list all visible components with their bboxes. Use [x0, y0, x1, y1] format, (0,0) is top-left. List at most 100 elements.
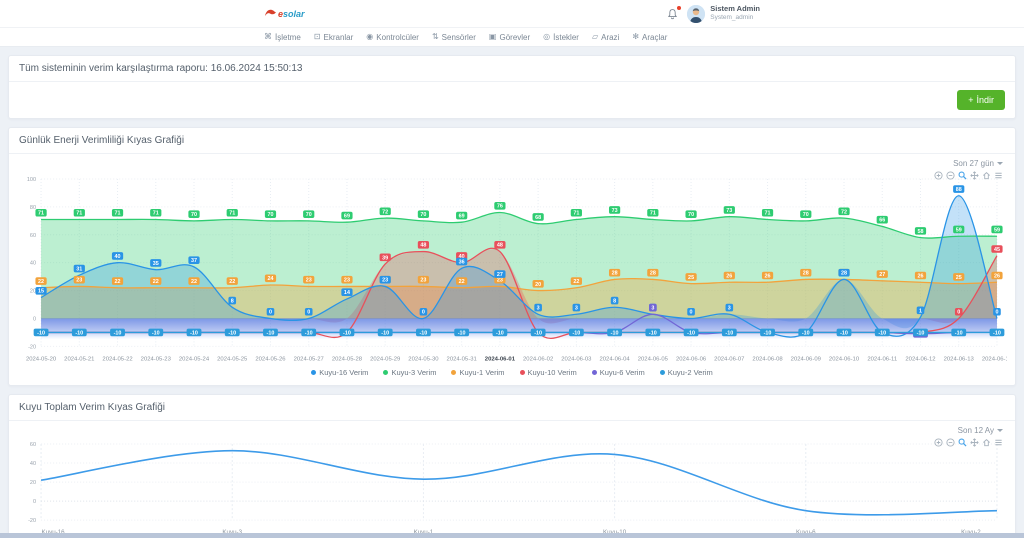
- plus-icon: +: [968, 95, 973, 105]
- svg-text:0: 0: [307, 310, 310, 316]
- pan-icon[interactable]: [970, 438, 979, 447]
- home-icon[interactable]: [982, 171, 991, 180]
- tools-icon: ✻: [632, 33, 639, 41]
- svg-text:26: 26: [726, 273, 732, 279]
- svg-text:8: 8: [613, 298, 616, 304]
- svg-text:70: 70: [688, 212, 694, 218]
- svg-text:-10: -10: [955, 330, 963, 336]
- svg-text:-10: -10: [687, 330, 695, 336]
- svg-text:20: 20: [30, 480, 36, 486]
- logo[interactable]: esolar: [264, 8, 305, 19]
- svg-text:48: 48: [497, 243, 503, 249]
- svg-text:72: 72: [841, 209, 847, 215]
- svg-text:1: 1: [919, 308, 922, 314]
- svg-text:26: 26: [917, 273, 923, 279]
- user-name: Sistem Admin: [710, 5, 760, 14]
- svg-text:0: 0: [33, 500, 36, 506]
- user-menu[interactable]: Sistem Admin System_admin: [687, 5, 760, 23]
- daily-chart-svg[interactable]: 100806040200-207171717170717070697270697…: [17, 169, 1007, 365]
- svg-text:-10: -10: [802, 330, 810, 336]
- nav-label: İşletme: [275, 33, 301, 42]
- nav-item-gorevler[interactable]: ▣Görevler: [489, 33, 530, 42]
- nav-label: Ekranlar: [324, 33, 354, 42]
- menu-icon[interactable]: [994, 171, 1003, 180]
- nav-item-isletme[interactable]: ⌘İşletme: [264, 33, 301, 42]
- svg-text:71: 71: [573, 211, 579, 217]
- nav-item-ekranlar[interactable]: ⊡Ekranlar: [314, 33, 354, 42]
- svg-text:23: 23: [76, 278, 82, 284]
- notifications-bell-icon[interactable]: [667, 8, 678, 20]
- pan-icon[interactable]: [970, 171, 979, 180]
- search-icon[interactable]: [958, 438, 967, 447]
- svg-text:27: 27: [879, 272, 885, 278]
- total-chart-card: Kuyu Toplam Verim Kıyas Grafiği Son 12 A…: [8, 394, 1016, 538]
- legend-label: Kuyu-1 Verim: [459, 368, 504, 377]
- home-icon[interactable]: [982, 438, 991, 447]
- total-range-label: Son 12 Ay: [958, 426, 994, 435]
- svg-text:-10: -10: [993, 330, 1001, 336]
- zoom-out-icon[interactable]: [946, 438, 955, 447]
- zoom-in-icon[interactable]: [934, 438, 943, 447]
- legend-item[interactable]: Kuyu-6 Verim: [592, 368, 645, 377]
- svg-text:2024-05-23: 2024-05-23: [141, 356, 172, 362]
- svg-text:2024-06-10: 2024-06-10: [829, 356, 860, 362]
- svg-text:36: 36: [459, 259, 465, 265]
- svg-text:2024-05-30: 2024-05-30: [408, 356, 439, 362]
- legend-label: Kuyu-16 Verim: [319, 368, 368, 377]
- logo-text: esolar: [278, 9, 305, 19]
- svg-text:70: 70: [191, 212, 197, 218]
- command-icon: ⌘: [264, 33, 272, 41]
- svg-text:2024-05-20: 2024-05-20: [26, 356, 57, 362]
- daily-range-select[interactable]: Son 27 gün: [953, 159, 1003, 168]
- chevron-down-icon: [997, 162, 1003, 165]
- legend-item[interactable]: Kuyu-16 Verim: [311, 368, 368, 377]
- svg-text:-10: -10: [917, 330, 925, 336]
- svg-text:2024-06-12: 2024-06-12: [905, 356, 935, 362]
- svg-text:2024-06-01: 2024-06-01: [485, 356, 516, 362]
- svg-text:2024-05-27: 2024-05-27: [294, 356, 324, 362]
- svg-text:73: 73: [612, 208, 618, 214]
- main-nav: ⌘İşletme ⊡Ekranlar ◉Kontrolcüler ⇅Sensör…: [0, 28, 1024, 47]
- nav-item-araclar[interactable]: ✻Araçlar: [632, 33, 667, 42]
- total-chart-title: Kuyu Toplam Verim Kıyas Grafiği: [9, 395, 1015, 421]
- svg-text:72: 72: [382, 209, 388, 215]
- bottom-strip: [0, 533, 1024, 538]
- legend-dot: [311, 370, 316, 375]
- search-icon[interactable]: [958, 171, 967, 180]
- svg-text:2024-05-21: 2024-05-21: [64, 356, 94, 362]
- legend-item[interactable]: Kuyu-1 Verim: [451, 368, 504, 377]
- svg-text:27: 27: [497, 272, 503, 278]
- zoom-in-icon[interactable]: [934, 171, 943, 180]
- svg-text:-10: -10: [114, 330, 122, 336]
- svg-text:40: 40: [115, 254, 121, 260]
- svg-text:2024-06-13: 2024-06-13: [944, 356, 975, 362]
- nav-item-kontrolculer[interactable]: ◉Kontrolcüler: [366, 33, 419, 42]
- download-button[interactable]: + İndir: [957, 90, 1005, 110]
- report-title: Tüm sisteminin verim karşılaştırma rapor…: [9, 56, 1015, 82]
- daily-chart-toolbar: [934, 171, 1003, 180]
- legend-label: Kuyu-6 Verim: [600, 368, 645, 377]
- svg-text:2024-05-22: 2024-05-22: [102, 356, 132, 362]
- total-range-select[interactable]: Son 12 Ay: [958, 426, 1003, 435]
- svg-text:3: 3: [537, 305, 540, 311]
- svg-text:28: 28: [803, 271, 809, 277]
- nav-item-istekler[interactable]: ◎İstekler: [543, 33, 579, 42]
- svg-text:68: 68: [535, 215, 541, 221]
- nav-item-arazi[interactable]: ▱Arazi: [592, 33, 619, 42]
- total-chart-svg[interactable]: 6040200-20Kuyu-16Kuyu-3Kuyu-1Kuyu-10Kuyu…: [17, 436, 1007, 538]
- svg-text:2024-05-25: 2024-05-25: [217, 356, 248, 362]
- svg-text:71: 71: [650, 211, 656, 217]
- zoom-out-icon[interactable]: [946, 171, 955, 180]
- report-card: Tüm sisteminin verim karşılaştırma rapor…: [8, 55, 1016, 119]
- legend-item[interactable]: Kuyu-3 Verim: [383, 368, 436, 377]
- svg-text:22: 22: [459, 279, 465, 285]
- svg-text:-10: -10: [725, 330, 733, 336]
- user-role: System_admin: [710, 14, 760, 21]
- svg-text:23: 23: [344, 278, 350, 284]
- menu-icon[interactable]: [994, 438, 1003, 447]
- svg-text:-10: -10: [611, 330, 619, 336]
- legend-item[interactable]: Kuyu-10 Verim: [520, 368, 577, 377]
- legend-item[interactable]: Kuyu-2 Verim: [660, 368, 713, 377]
- nav-item-sensorler[interactable]: ⇅Sensörler: [432, 33, 476, 42]
- svg-text:70: 70: [267, 212, 273, 218]
